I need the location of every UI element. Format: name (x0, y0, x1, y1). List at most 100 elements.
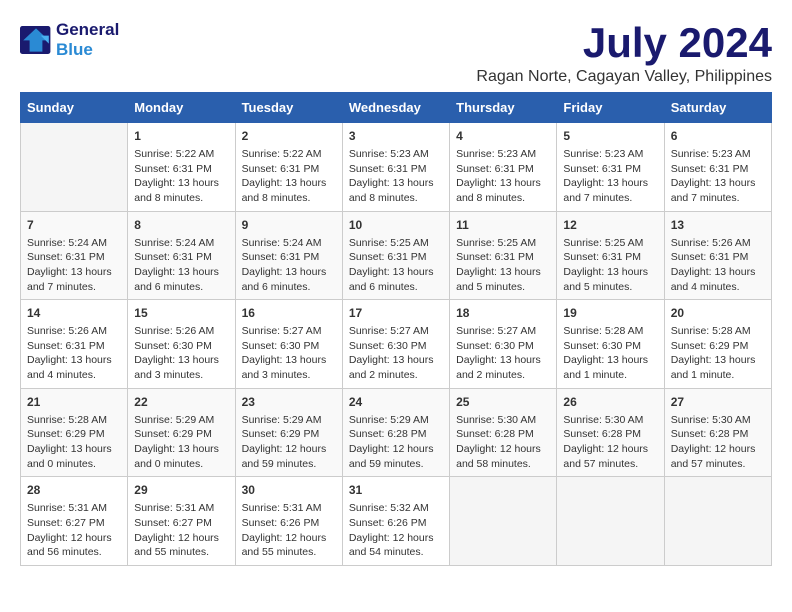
calendar-cell: 23Sunrise: 5:29 AM Sunset: 6:29 PM Dayli… (235, 388, 342, 477)
calendar-week-row: 1 Sunrise: 5:22 AM Sunset: 6:31 PM Daylig… (21, 123, 772, 212)
day-number: 12 (563, 217, 657, 234)
day-number: 28 (27, 482, 121, 499)
calendar-cell: 4Sunrise: 5:23 AM Sunset: 6:31 PM Daylig… (450, 123, 557, 212)
column-header-tuesday: Tuesday (235, 93, 342, 123)
day-info: Sunrise: 5:26 AM Sunset: 6:31 PM Dayligh… (671, 236, 765, 295)
day-number: 3 (349, 128, 443, 145)
day-info: Sunrise: 5:23 AM Sunset: 6:31 PM Dayligh… (349, 147, 443, 206)
calendar-cell (664, 477, 771, 566)
calendar-cell: 31 Sunrise: 5:32 AM Sunset: 6:26 PM Dayli… (342, 477, 449, 566)
day-number: 10 (349, 217, 443, 234)
day-number: 13 (671, 217, 765, 234)
calendar-cell: 11Sunrise: 5:25 AM Sunset: 6:31 PM Dayli… (450, 211, 557, 300)
month-title: July 2024 (476, 20, 772, 66)
calendar-cell: 18 Sunrise: 5:27 AM Sunset: 6:30 PM Dayli… (450, 300, 557, 389)
day-number: 27 (671, 394, 765, 411)
day-info: Sunrise: 5:32 AM Sunset: 6:26 PM Dayligh… (349, 501, 443, 560)
calendar-week-row: 21 Sunrise: 5:28 AM Sunset: 6:29 PM Dayli… (21, 388, 772, 477)
calendar-cell: 26 Sunrise: 5:30 AM Sunset: 6:28 PM Dayli… (557, 388, 664, 477)
day-number: 25 (456, 394, 550, 411)
day-info: Sunrise: 5:26 AM Sunset: 6:31 PM Dayligh… (27, 324, 121, 383)
day-info: Sunrise: 5:22 AM Sunset: 6:31 PM Dayligh… (134, 147, 228, 206)
day-number: 26 (563, 394, 657, 411)
day-info: Sunrise: 5:24 AM Sunset: 6:31 PM Dayligh… (27, 236, 121, 295)
column-header-wednesday: Wednesday (342, 93, 449, 123)
calendar-cell: 28 Sunrise: 5:31 AM Sunset: 6:27 PM Dayli… (21, 477, 128, 566)
calendar-cell: 20 Sunrise: 5:28 AM Sunset: 6:29 PM Dayli… (664, 300, 771, 389)
calendar-cell: 3 Sunrise: 5:23 AM Sunset: 6:31 PM Daylig… (342, 123, 449, 212)
calendar-cell: 19 Sunrise: 5:28 AM Sunset: 6:30 PM Dayli… (557, 300, 664, 389)
day-number: 29 (134, 482, 228, 499)
logo-text: General Blue (56, 20, 119, 60)
calendar-cell: 10 Sunrise: 5:25 AM Sunset: 6:31 PM Dayli… (342, 211, 449, 300)
day-info: Sunrise: 5:31 AM Sunset: 6:27 PM Dayligh… (134, 501, 228, 560)
day-number: 16 (242, 305, 336, 322)
day-number: 11 (456, 217, 550, 234)
calendar-cell: 16Sunrise: 5:27 AM Sunset: 6:30 PM Dayli… (235, 300, 342, 389)
day-info: Sunrise: 5:25 AM Sunset: 6:31 PM Dayligh… (563, 236, 657, 295)
calendar-table: SundayMondayTuesdayWednesdayThursdayFrid… (20, 92, 772, 566)
day-info: Sunrise: 5:29 AM Sunset: 6:29 PM Dayligh… (134, 413, 228, 472)
day-info: Sunrise: 5:28 AM Sunset: 6:29 PM Dayligh… (27, 413, 121, 472)
logo-icon (20, 26, 52, 54)
day-info: Sunrise: 5:31 AM Sunset: 6:27 PM Dayligh… (27, 501, 121, 560)
calendar-cell: 30 Sunrise: 5:31 AM Sunset: 6:26 PM Dayli… (235, 477, 342, 566)
calendar-cell (21, 123, 128, 212)
calendar-cell: 29 Sunrise: 5:31 AM Sunset: 6:27 PM Dayli… (128, 477, 235, 566)
day-number: 1 (134, 128, 228, 145)
day-info: Sunrise: 5:27 AM Sunset: 6:30 PM Dayligh… (349, 324, 443, 383)
logo: General Blue (20, 20, 119, 60)
day-info: Sunrise: 5:28 AM Sunset: 6:29 PM Dayligh… (671, 324, 765, 383)
column-header-monday: Monday (128, 93, 235, 123)
column-header-thursday: Thursday (450, 93, 557, 123)
day-number: 7 (27, 217, 121, 234)
day-info: Sunrise: 5:24 AM Sunset: 6:31 PM Dayligh… (134, 236, 228, 295)
day-number: 5 (563, 128, 657, 145)
day-info: Sunrise: 5:22 AM Sunset: 6:31 PM Dayligh… (242, 147, 336, 206)
day-number: 6 (671, 128, 765, 145)
day-number: 4 (456, 128, 550, 145)
column-header-sunday: Sunday (21, 93, 128, 123)
column-header-friday: Friday (557, 93, 664, 123)
day-number: 9 (242, 217, 336, 234)
calendar-cell: 14Sunrise: 5:26 AM Sunset: 6:31 PM Dayli… (21, 300, 128, 389)
calendar-cell: 5 Sunrise: 5:23 AM Sunset: 6:31 PM Daylig… (557, 123, 664, 212)
calendar-cell: 24Sunrise: 5:29 AM Sunset: 6:28 PM Dayli… (342, 388, 449, 477)
calendar-cell: 9 Sunrise: 5:24 AM Sunset: 6:31 PM Daylig… (235, 211, 342, 300)
day-number: 30 (242, 482, 336, 499)
calendar-cell: 15 Sunrise: 5:26 AM Sunset: 6:30 PM Dayli… (128, 300, 235, 389)
calendar-week-row: 28 Sunrise: 5:31 AM Sunset: 6:27 PM Dayli… (21, 477, 772, 566)
day-number: 8 (134, 217, 228, 234)
day-info: Sunrise: 5:30 AM Sunset: 6:28 PM Dayligh… (563, 413, 657, 472)
calendar-header-row: SundayMondayTuesdayWednesdayThursdayFrid… (21, 93, 772, 123)
day-number: 18 (456, 305, 550, 322)
day-number: 21 (27, 394, 121, 411)
day-info: Sunrise: 5:30 AM Sunset: 6:28 PM Dayligh… (671, 413, 765, 472)
day-info: Sunrise: 5:23 AM Sunset: 6:31 PM Dayligh… (563, 147, 657, 206)
day-info: Sunrise: 5:24 AM Sunset: 6:31 PM Dayligh… (242, 236, 336, 295)
page-header: General Blue July 2024 Ragan Norte, Caga… (20, 20, 772, 86)
day-number: 19 (563, 305, 657, 322)
day-info: Sunrise: 5:31 AM Sunset: 6:26 PM Dayligh… (242, 501, 336, 560)
day-number: 15 (134, 305, 228, 322)
day-number: 20 (671, 305, 765, 322)
day-info: Sunrise: 5:29 AM Sunset: 6:29 PM Dayligh… (242, 413, 336, 472)
calendar-cell (450, 477, 557, 566)
calendar-cell: 25Sunrise: 5:30 AM Sunset: 6:28 PM Dayli… (450, 388, 557, 477)
calendar-cell: 17Sunrise: 5:27 AM Sunset: 6:30 PM Dayli… (342, 300, 449, 389)
day-number: 24 (349, 394, 443, 411)
calendar-cell: 27 Sunrise: 5:30 AM Sunset: 6:28 PM Dayli… (664, 388, 771, 477)
day-info: Sunrise: 5:28 AM Sunset: 6:30 PM Dayligh… (563, 324, 657, 383)
day-info: Sunrise: 5:23 AM Sunset: 6:31 PM Dayligh… (671, 147, 765, 206)
calendar-cell: 22 Sunrise: 5:29 AM Sunset: 6:29 PM Dayli… (128, 388, 235, 477)
day-number: 22 (134, 394, 228, 411)
day-info: Sunrise: 5:25 AM Sunset: 6:31 PM Dayligh… (349, 236, 443, 295)
day-number: 31 (349, 482, 443, 499)
calendar-cell: 21 Sunrise: 5:28 AM Sunset: 6:29 PM Dayli… (21, 388, 128, 477)
day-info: Sunrise: 5:26 AM Sunset: 6:30 PM Dayligh… (134, 324, 228, 383)
calendar-cell: 2 Sunrise: 5:22 AM Sunset: 6:31 PM Daylig… (235, 123, 342, 212)
day-number: 2 (242, 128, 336, 145)
column-header-saturday: Saturday (664, 93, 771, 123)
calendar-cell: 13 Sunrise: 5:26 AM Sunset: 6:31 PM Dayli… (664, 211, 771, 300)
day-info: Sunrise: 5:27 AM Sunset: 6:30 PM Dayligh… (456, 324, 550, 383)
